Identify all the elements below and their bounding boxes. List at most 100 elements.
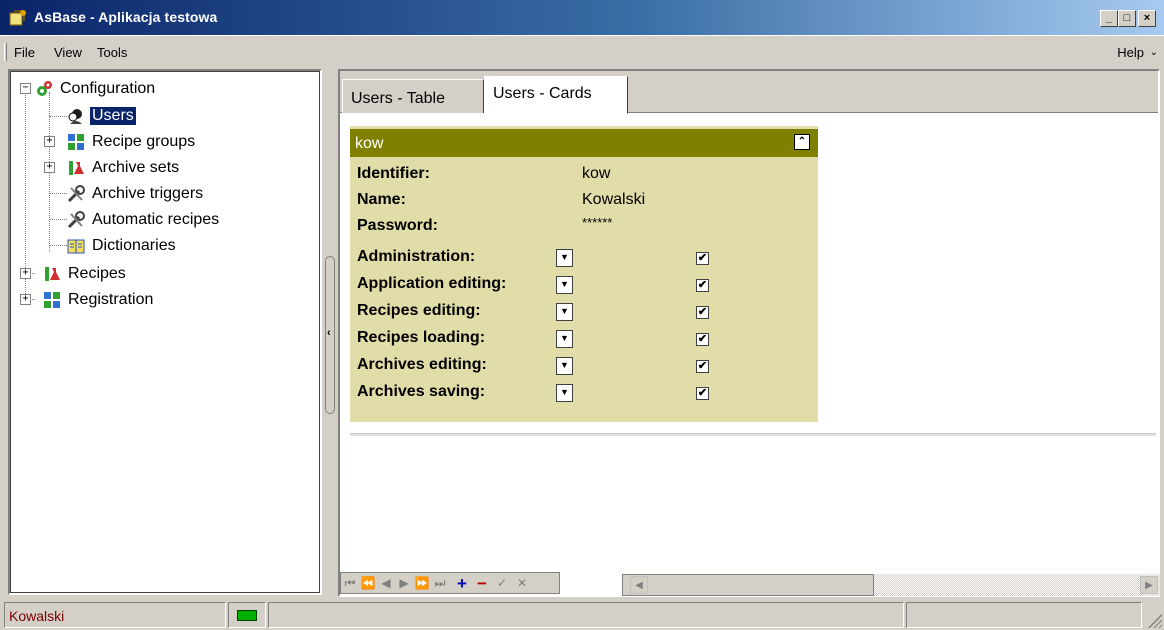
menu-view[interactable]: View bbox=[54, 45, 82, 60]
tree-line bbox=[49, 193, 67, 194]
status-user-pane: Kowalski bbox=[4, 602, 226, 628]
next-record-icon[interactable]: ▶ bbox=[395, 575, 413, 593]
navigation-tree[interactable]: − Configuration Users + Recipe groups + … bbox=[8, 69, 322, 595]
status-pane-main bbox=[268, 602, 904, 628]
tree-node-automatic-recipes[interactable]: Automatic recipes bbox=[67, 208, 221, 232]
add-record-icon[interactable]: + bbox=[453, 575, 471, 593]
status-bar: Kowalski bbox=[0, 600, 1164, 630]
tree-node-archive-sets[interactable]: Archive sets bbox=[67, 156, 181, 180]
recipe-groups-icon bbox=[68, 134, 84, 150]
perm-dropdown-recipes-loading[interactable]: ▼ bbox=[556, 330, 573, 348]
scrollbar-thumb[interactable] bbox=[622, 574, 874, 596]
expand-recipes-toggle[interactable]: + bbox=[20, 268, 31, 279]
tree-node-label: Users bbox=[89, 106, 137, 126]
tree-node-label: Archive triggers bbox=[92, 185, 204, 202]
tab-label: Users - Cards bbox=[493, 85, 592, 102]
tab-users-cards[interactable]: Users - Cards bbox=[484, 76, 628, 114]
tools-icon bbox=[67, 211, 85, 229]
archive-sets-icon bbox=[69, 161, 84, 175]
scroll-right-icon[interactable]: ▶ bbox=[1140, 576, 1158, 594]
record-navigator: ⏮ ⏪ ◀ ▶ ⏩ ⏭ + − ✓ ✕ bbox=[340, 572, 560, 594]
tree-line bbox=[49, 219, 67, 220]
menu-tools[interactable]: Tools bbox=[97, 45, 127, 60]
last-record-icon[interactable]: ⏭ bbox=[431, 575, 449, 593]
perm-dropdown-recipes-editing[interactable]: ▼ bbox=[556, 303, 573, 321]
perm-label-administration: Administration: bbox=[357, 248, 476, 265]
card-header[interactable]: kow ⌃ bbox=[350, 129, 818, 157]
connection-led-icon bbox=[237, 610, 257, 621]
perm-label-archives-editing: Archives editing: bbox=[357, 356, 487, 373]
tree-node-registration[interactable]: Registration bbox=[43, 288, 155, 312]
horizontal-scrollbar[interactable]: ◀ ▶ bbox=[622, 574, 1160, 596]
perm-checkbox-application-editing[interactable]: ✔ bbox=[696, 279, 709, 292]
menu-help[interactable]: Help bbox=[1117, 45, 1144, 60]
tree-node-recipe-groups[interactable]: Recipe groups bbox=[67, 130, 197, 154]
delete-record-icon[interactable]: − bbox=[473, 575, 491, 593]
field-label-password: Password: bbox=[357, 217, 438, 234]
expand-archive-sets-toggle[interactable]: + bbox=[44, 162, 55, 173]
status-led-pane bbox=[228, 602, 266, 628]
tree-node-recipes[interactable]: Recipes bbox=[43, 262, 128, 286]
tools-icon bbox=[67, 185, 85, 203]
tree-node-dictionaries[interactable]: Dictionaries bbox=[67, 234, 178, 258]
tree-node-label: Configuration bbox=[60, 80, 156, 97]
close-button[interactable]: × bbox=[1138, 10, 1156, 27]
panel-splitter[interactable]: ‹ bbox=[325, 256, 335, 414]
registration-icon bbox=[44, 292, 60, 308]
collapse-card-button[interactable]: ⌃ bbox=[794, 134, 810, 150]
perm-checkbox-archives-saving[interactable]: ✔ bbox=[696, 387, 709, 400]
user-card: kow ⌃ Identifier: kow Name: Kowalski Pas… bbox=[350, 126, 818, 422]
collapse-left-icon[interactable]: ‹ bbox=[327, 327, 331, 339]
tree-node-configuration[interactable]: Configuration bbox=[35, 77, 157, 101]
collapse-configuration-toggle[interactable]: − bbox=[20, 83, 31, 94]
perm-dropdown-archives-editing[interactable]: ▼ bbox=[556, 357, 573, 375]
perm-dropdown-application-editing[interactable]: ▼ bbox=[556, 276, 573, 294]
perm-dropdown-administration[interactable]: ▼ bbox=[556, 249, 573, 267]
tab-strip: Users - Table Users - Cards bbox=[340, 71, 1158, 114]
perm-dropdown-archives-saving[interactable]: ▼ bbox=[556, 384, 573, 402]
flask-icon bbox=[45, 267, 60, 281]
maximize-button[interactable]: □ bbox=[1118, 10, 1136, 27]
perm-checkbox-archives-editing[interactable]: ✔ bbox=[696, 360, 709, 373]
status-user: Kowalski bbox=[9, 608, 65, 624]
prev-record-icon[interactable]: ◀ bbox=[377, 575, 395, 593]
field-label-name: Name: bbox=[357, 191, 406, 208]
next-page-icon[interactable]: ⏩ bbox=[413, 575, 431, 593]
perm-checkbox-administration[interactable]: ✔ bbox=[696, 252, 709, 265]
menu-overflow-icon[interactable]: ⌄ bbox=[1150, 47, 1158, 58]
tree-node-label: Recipe groups bbox=[92, 133, 196, 150]
resize-grip-icon[interactable] bbox=[1148, 614, 1162, 628]
tree-node-label: Dictionaries bbox=[92, 237, 176, 254]
tree-node-archive-triggers[interactable]: Archive triggers bbox=[67, 182, 205, 206]
cancel-record-icon[interactable]: ✕ bbox=[513, 575, 531, 593]
tree-node-label: Registration bbox=[68, 291, 154, 308]
field-value-password: ****** bbox=[582, 215, 613, 230]
expand-registration-toggle[interactable]: + bbox=[20, 294, 31, 305]
tab-users-table[interactable]: Users - Table bbox=[342, 79, 484, 113]
tree-node-users[interactable]: Users bbox=[67, 104, 137, 128]
book-icon bbox=[67, 239, 85, 254]
perm-checkbox-recipes-loading[interactable]: ✔ bbox=[696, 333, 709, 346]
window-controls: _ □ × bbox=[1100, 10, 1156, 27]
field-value-identifier: kow bbox=[582, 165, 611, 182]
prev-page-icon[interactable]: ⏪ bbox=[359, 575, 377, 593]
minimize-button[interactable]: _ bbox=[1100, 10, 1118, 27]
tree-node-label: Archive sets bbox=[92, 159, 180, 176]
title-bar[interactable]: AsBase - Aplikacja testowa _ □ × bbox=[0, 0, 1164, 36]
menu-file[interactable]: File bbox=[14, 45, 35, 60]
window-title: AsBase - Aplikacja testowa bbox=[34, 9, 218, 25]
field-value-name: Kowalski bbox=[582, 191, 646, 208]
expand-recipe-groups-toggle[interactable]: + bbox=[44, 136, 55, 147]
post-record-icon[interactable]: ✓ bbox=[493, 575, 511, 593]
menu-grip[interactable] bbox=[4, 43, 7, 61]
perm-checkbox-recipes-editing[interactable]: ✔ bbox=[696, 306, 709, 319]
scroll-left-icon[interactable]: ◀ bbox=[630, 576, 648, 594]
tree-node-label: Automatic recipes bbox=[92, 211, 220, 228]
tree-node-label: Recipes bbox=[68, 265, 126, 282]
status-pane-right bbox=[906, 602, 1142, 628]
first-record-icon[interactable]: ⏮ bbox=[341, 575, 359, 593]
perm-label-application-editing: Application editing: bbox=[357, 275, 507, 292]
menu-bar: File View Tools Help ⌄ bbox=[0, 37, 1164, 67]
app-icon bbox=[9, 10, 26, 26]
field-label-identifier: Identifier: bbox=[357, 165, 430, 182]
